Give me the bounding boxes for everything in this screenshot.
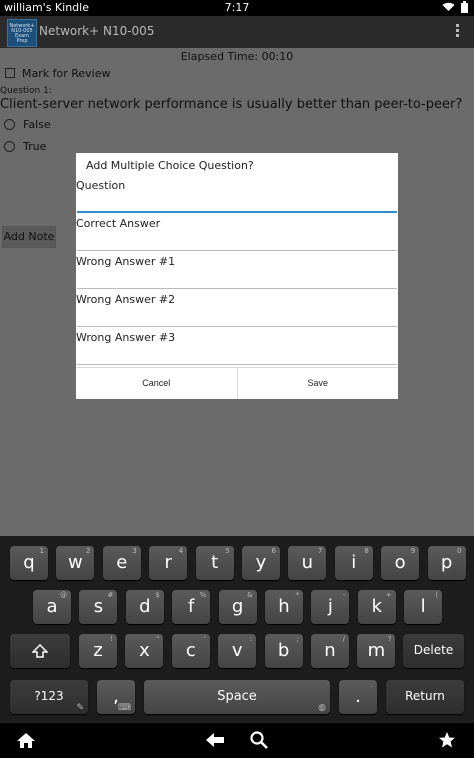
correct-answer-input[interactable] bbox=[77, 233, 397, 251]
key-y[interactable]: y6 bbox=[242, 546, 280, 580]
clock: 7:17 bbox=[224, 1, 250, 14]
shift-arrow-icon bbox=[31, 643, 49, 658]
key-t[interactable]: t5 bbox=[195, 546, 234, 580]
key-v[interactable]: v: bbox=[218, 634, 257, 668]
handwriting-icon: ✎ bbox=[76, 703, 84, 713]
key-w[interactable]: w2 bbox=[56, 546, 95, 580]
key-j[interactable]: j- bbox=[311, 590, 350, 624]
wrong-answer-1-input[interactable] bbox=[77, 271, 397, 289]
period-key[interactable]: . . bbox=[339, 680, 377, 714]
wrong-answer-3-label: Wrong Answer #3 bbox=[76, 331, 176, 344]
option-true-radio[interactable] bbox=[4, 141, 15, 152]
key-k[interactable]: k + bbox=[357, 590, 396, 624]
search-icon[interactable] bbox=[250, 731, 268, 749]
emoji-keyboard-icon: ⌨ bbox=[118, 703, 131, 713]
dialog-button-bar: Cancel Save bbox=[76, 367, 398, 399]
navigation-bar bbox=[0, 723, 474, 758]
dialog-title: Add Multiple Choice Question? bbox=[86, 159, 254, 172]
key-l[interactable]: l( bbox=[404, 590, 443, 624]
wrong-answer-2-label: Wrong Answer #2 bbox=[76, 293, 176, 306]
option-false-radio[interactable] bbox=[4, 119, 15, 130]
wrong-answer-1-label: Wrong Answer #1 bbox=[76, 255, 176, 268]
cancel-button[interactable]: Cancel bbox=[76, 368, 237, 399]
home-icon[interactable] bbox=[16, 732, 36, 749]
mark-for-review-label: Mark for Review bbox=[22, 67, 111, 80]
key-p[interactable]: p0 bbox=[427, 546, 466, 580]
key-x[interactable]: x " bbox=[125, 634, 164, 668]
question-number: Question 1: bbox=[0, 86, 52, 96]
key-f[interactable]: f% bbox=[172, 590, 211, 624]
key-u[interactable]: u7 bbox=[288, 546, 327, 580]
key-n[interactable]: n / bbox=[311, 634, 349, 668]
key-i[interactable]: i8 bbox=[334, 546, 373, 580]
key-d[interactable]: d $ bbox=[125, 590, 164, 624]
wrong-answer-2-input[interactable] bbox=[77, 309, 397, 327]
overflow-menu-icon[interactable] bbox=[456, 24, 460, 37]
action-bar: Network+ N10-005 Exam Prep Network+ N10-… bbox=[0, 16, 474, 48]
question-text: Client-server network performance is usu… bbox=[0, 97, 463, 112]
correct-answer-label: Correct Answer bbox=[76, 217, 161, 230]
save-button[interactable]: Save bbox=[236, 368, 398, 399]
key-m[interactable]: m? bbox=[357, 634, 396, 668]
wifi-icon bbox=[442, 2, 455, 11]
key-a[interactable]: a @ bbox=[33, 590, 71, 624]
battery-icon bbox=[461, 1, 468, 13]
key-g[interactable]: g & bbox=[218, 590, 257, 624]
on-screen-keyboard: q1w2e3r4t5y6u7i8o9p0 a @ s # d $ f% g & h * j - k + l( … bbox=[0, 536, 474, 723]
add-question-dialog: Add Multiple Choice Question? Question C… bbox=[76, 153, 398, 399]
globe-icon: ◍ bbox=[318, 703, 326, 713]
key-q[interactable]: q1 bbox=[10, 546, 48, 580]
key-o[interactable]: o9 bbox=[381, 546, 420, 580]
key-z[interactable]: z! bbox=[79, 634, 117, 668]
key-h[interactable]: h * bbox=[265, 590, 303, 624]
option-false-label: False bbox=[23, 118, 51, 131]
return-key[interactable]: Return bbox=[386, 680, 464, 714]
space-key[interactable]: Space ◍ bbox=[144, 680, 330, 714]
key-b[interactable]: b; bbox=[264, 634, 303, 668]
comma-key[interactable]: , ⌨ bbox=[97, 680, 135, 714]
back-arrow-icon[interactable] bbox=[205, 732, 225, 748]
app-logo[interactable]: Network+ N10-005 Exam Prep bbox=[7, 19, 37, 47]
symbols-key[interactable]: ?123 ✎ bbox=[10, 680, 88, 714]
mark-for-review-checkbox[interactable] bbox=[5, 68, 15, 78]
key-r[interactable]: r4 bbox=[149, 546, 188, 580]
status-bar: william's Kindle 7:17 bbox=[0, 0, 474, 16]
wrong-answer-3-input[interactable] bbox=[77, 347, 397, 365]
key-c[interactable]: c ' bbox=[171, 634, 210, 668]
add-note-button[interactable]: Add Note bbox=[2, 226, 56, 248]
app-title: Network+ N10-005 bbox=[39, 24, 155, 38]
key-s[interactable]: s # bbox=[79, 590, 118, 624]
key-e[interactable]: e3 bbox=[102, 546, 141, 580]
question-label: Question bbox=[76, 179, 126, 192]
elapsed-time: Elapsed Time: 00:10 bbox=[180, 50, 294, 63]
option-true-label: True bbox=[23, 140, 47, 153]
delete-key[interactable]: Delete bbox=[403, 634, 464, 668]
star-icon[interactable] bbox=[438, 731, 456, 749]
question-input[interactable] bbox=[77, 195, 397, 213]
shift-key[interactable] bbox=[10, 634, 70, 668]
